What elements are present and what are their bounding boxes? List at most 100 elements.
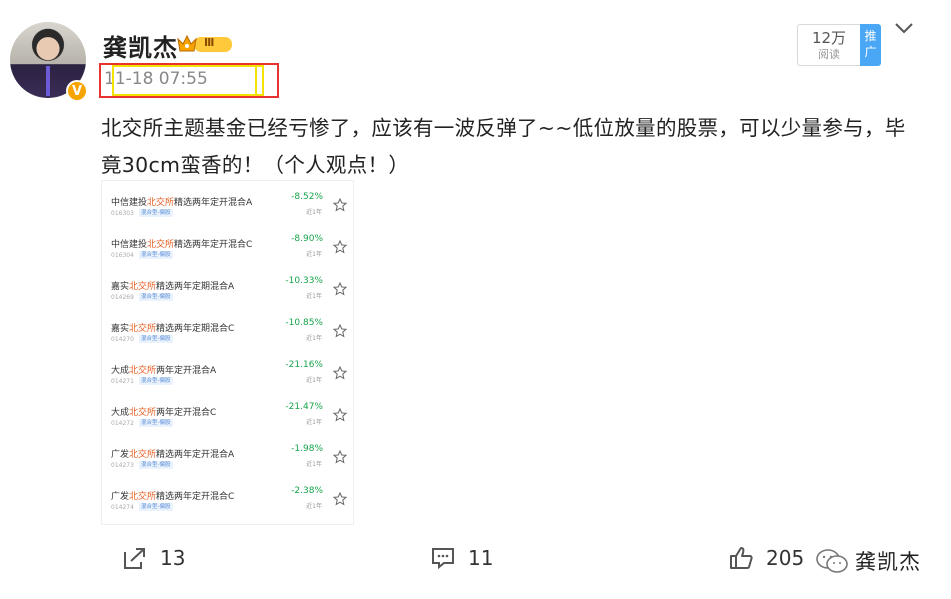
fund-name-highlight: 北交所	[129, 492, 157, 502]
fund-name-highlight: 北交所	[147, 198, 175, 208]
fund-tag: 混合型-偏股	[139, 335, 173, 343]
star-icon	[333, 492, 347, 506]
fund-row: 大成北交所两年定开混合C 014272 混合型-偏股 -21.47% 近1年	[102, 395, 353, 437]
chevron-down-icon[interactable]	[894, 20, 914, 36]
fund-name-highlight: 北交所	[129, 408, 157, 418]
fund-code: 014270	[111, 336, 134, 343]
like-button[interactable]: 205	[728, 543, 804, 573]
fund-tag: 混合型-偏股	[139, 209, 173, 217]
fund-code: 014274	[111, 504, 134, 511]
fund-name: 嘉实北交所精选两年定期混合A	[111, 279, 234, 292]
rank-level: Ⅲ	[204, 36, 215, 49]
fund-code: 014273	[111, 462, 134, 469]
promote-label: 推广	[864, 29, 877, 59]
like-count: 205	[766, 546, 805, 570]
weibo-post-card: V 龚凯杰 Ⅲ 11-18 07:55 12万 阅读 推广 北交所主题基金已经亏…	[0, 0, 951, 599]
fund-period: 近1年	[306, 293, 322, 300]
fund-period: 近1年	[306, 377, 322, 384]
fund-name-prefix: 大成	[111, 366, 130, 376]
fund-name-suffix: 精选两年定开混合C	[174, 240, 253, 250]
fund-code: 014272	[111, 420, 134, 427]
fund-name-prefix: 嘉实	[111, 324, 130, 334]
wechat-watermark: 龚凯杰	[815, 546, 921, 576]
fund-name: 大成北交所两年定开混合C	[111, 405, 216, 418]
fund-change: -21.16%	[285, 360, 323, 370]
share-button[interactable]: 13	[122, 543, 185, 573]
fund-name-prefix: 广发	[111, 492, 130, 502]
fund-tag: 混合型-偏股	[139, 377, 173, 385]
fund-period: 近1年	[306, 461, 322, 468]
fund-row: 中信建投北交所精选两年定开混合A 016303 混合型-偏股 -8.52% 近1年	[102, 185, 353, 227]
thumbs-up-icon	[730, 547, 753, 569]
fund-change: -21.47%	[285, 402, 323, 412]
comment-icon	[432, 548, 454, 570]
fund-row: 嘉实北交所精选两年定期混合C 014270 混合型-偏股 -10.85% 近1年	[102, 311, 353, 353]
fund-period: 近1年	[306, 419, 322, 426]
fund-tag: 混合型-偏股	[139, 461, 173, 469]
fund-change: -8.52%	[291, 192, 323, 202]
fund-change: -2.38%	[291, 486, 323, 496]
star-icon	[333, 282, 347, 296]
fund-name-prefix: 嘉实	[111, 282, 130, 292]
fund-name-suffix: 精选两年定开混合A	[156, 450, 235, 460]
fund-name: 广发北交所精选两年定开混合C	[111, 489, 234, 502]
comment-button[interactable]: 11	[430, 543, 493, 573]
fund-name: 中信建投北交所精选两年定开混合A	[111, 195, 252, 208]
fund-name-highlight: 北交所	[129, 282, 157, 292]
reads-counter: 12万 阅读	[797, 24, 860, 66]
fund-change: -8.90%	[291, 234, 323, 244]
star-icon	[333, 366, 347, 380]
post-body-text: 北交所主题基金已经亏惨了，应该有一波反弹了~~低位放量的股票，可以少量参与，毕竟…	[101, 116, 906, 177]
fund-name-highlight: 北交所	[129, 366, 157, 376]
fund-tag: 混合型-偏股	[139, 503, 173, 511]
promote-button[interactable]: 推广	[860, 24, 881, 66]
fund-code: 014271	[111, 378, 134, 385]
fund-name-suffix: 精选两年定开混合C	[156, 492, 235, 502]
share-icon	[124, 548, 145, 569]
fund-change: -1.98%	[291, 444, 323, 454]
fund-period: 近1年	[306, 251, 322, 258]
fund-name-prefix: 大成	[111, 408, 130, 418]
fund-code: 014269	[111, 294, 134, 301]
comment-count: 11	[468, 546, 494, 570]
star-icon	[333, 240, 347, 254]
star-icon	[333, 198, 347, 212]
fund-name-prefix: 广发	[111, 450, 130, 460]
fund-name-highlight: 北交所	[129, 324, 157, 334]
fund-code: 016303	[111, 210, 134, 217]
author-name[interactable]: 龚凯杰	[103, 28, 178, 63]
fund-row: 嘉实北交所精选两年定期混合A 014269 混合型-偏股 -10.33% 近1年	[102, 269, 353, 311]
fund-name-suffix: 两年定开混合A	[156, 366, 217, 376]
fund-name-prefix: 中信建投	[111, 198, 148, 208]
reads-count: 12万	[811, 29, 847, 47]
yellow-annotation-box	[112, 65, 264, 96]
fund-tag: 混合型-偏股	[139, 251, 173, 259]
star-icon	[333, 450, 347, 464]
fund-tag: 混合型-偏股	[139, 293, 173, 301]
fund-period: 近1年	[306, 503, 322, 510]
fund-name: 大成北交所两年定开混合A	[111, 363, 216, 376]
fund-code: 016304	[111, 252, 134, 259]
fund-change: -10.33%	[285, 276, 323, 286]
fund-name: 广发北交所精选两年定开混合A	[111, 447, 234, 460]
fund-name-highlight: 北交所	[147, 240, 175, 250]
fund-period: 近1年	[306, 335, 322, 342]
star-icon	[333, 408, 347, 422]
star-icon	[333, 324, 347, 338]
fund-row: 中信建投北交所精选两年定开混合C 016304 混合型-偏股 -8.90% 近1年	[102, 227, 353, 269]
fund-name: 嘉实北交所精选两年定期混合C	[111, 321, 234, 334]
fund-name: 中信建投北交所精选两年定开混合C	[111, 237, 252, 250]
fund-name-highlight: 北交所	[129, 450, 157, 460]
fund-name-suffix: 精选两年定期混合C	[156, 324, 235, 334]
reads-label: 阅读	[818, 48, 840, 61]
fund-name-suffix: 两年定开混合C	[156, 408, 217, 418]
wechat-icon	[816, 549, 848, 573]
yellow-annotation-line	[255, 65, 264, 96]
fund-row: 大成北交所两年定开混合A 014271 混合型-偏股 -21.16% 近1年	[102, 353, 353, 395]
fund-name-prefix: 中信建投	[111, 240, 148, 250]
fund-row: 广发北交所精选两年定开混合C 014274 混合型-偏股 -2.38% 近1年	[102, 479, 353, 521]
watermark-text: 龚凯杰	[855, 550, 921, 574]
fund-period: 近1年	[306, 209, 322, 216]
verified-badge-icon: V	[66, 80, 88, 102]
fund-list-image[interactable]: 中信建投北交所精选两年定开混合A 016303 混合型-偏股 -8.52% 近1年 中信建…	[101, 180, 354, 525]
